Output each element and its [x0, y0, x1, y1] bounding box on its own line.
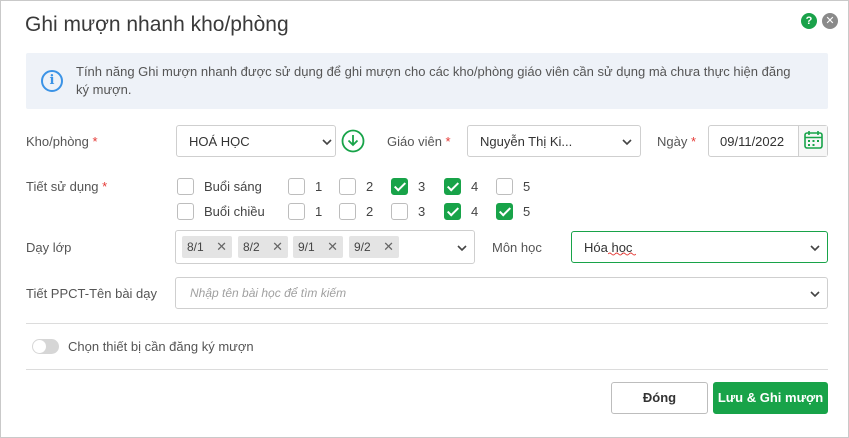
required-mark: * [92, 134, 98, 149]
class-tag-label: 9/2 [354, 240, 371, 254]
dialog-title: Ghi mượn nhanh kho/phòng [25, 13, 289, 36]
kho-phong-label-text: Kho/phòng [26, 134, 89, 149]
period-checkbox[interactable] [391, 203, 408, 220]
period-label: 3 [418, 179, 426, 194]
remove-tag-icon[interactable]: ✕ [216, 239, 227, 255]
close-button[interactable]: Đóng [611, 382, 708, 414]
chevron-down-icon [322, 137, 332, 147]
remove-tag-icon[interactable]: ✕ [383, 239, 394, 255]
calendar-icon[interactable] [798, 126, 827, 156]
spellcheck-underline [608, 252, 636, 256]
period-checkbox[interactable] [444, 203, 461, 220]
mon-hoc-select[interactable]: Hóa học [571, 231, 828, 263]
tiet-su-dung-label-text: Tiết sử dụng [26, 179, 99, 194]
period-label: 5 [523, 179, 531, 194]
period-checkbox[interactable] [496, 203, 513, 220]
class-tag-label: 8/1 [187, 240, 204, 254]
chevron-down-icon [810, 289, 820, 299]
ppct-label: Tiết PPCT-Tên bài dạy [26, 286, 158, 301]
ngay-date-input[interactable]: 09/11/2022 [708, 125, 828, 157]
device-toggle[interactable] [32, 339, 59, 354]
tiet-su-dung-label: Tiết sử dụng * [26, 179, 107, 194]
period-checkbox[interactable] [288, 203, 305, 220]
period-label: 4 [471, 179, 479, 194]
chevron-down-icon [622, 137, 632, 147]
chevron-down-icon [457, 243, 467, 253]
class-tag: 9/2 ✕ [349, 236, 399, 258]
period-checkbox[interactable] [288, 178, 305, 195]
chevron-down-icon [810, 243, 820, 253]
period-label: 5 [523, 204, 531, 219]
giao-vien-label-text: Giáo viên [387, 134, 442, 149]
period-label: 2 [366, 179, 374, 194]
kho-phong-value: HOÁ HỌC [189, 134, 250, 149]
remove-tag-icon[interactable]: ✕ [272, 239, 283, 255]
divider [26, 323, 828, 324]
giao-vien-label: Giáo viên * [387, 134, 451, 149]
ngay-value: 09/11/2022 [720, 134, 785, 149]
period-label: 2 [366, 204, 374, 219]
ppct-search-select[interactable]: Nhập tên bài học để tìm kiếm [175, 277, 828, 309]
period-checkbox[interactable] [444, 178, 461, 195]
class-tag: 9/1 ✕ [293, 236, 343, 258]
kho-phong-label: Kho/phòng * [26, 134, 98, 149]
period-label: 4 [471, 204, 479, 219]
mon-hoc-label: Môn học [492, 240, 542, 255]
period-checkbox[interactable] [339, 178, 356, 195]
session-label: Buổi sáng [204, 179, 262, 194]
session-label: Buổi chiều [204, 204, 265, 219]
period-checkbox[interactable] [339, 203, 356, 220]
class-tag: 8/1 ✕ [182, 236, 232, 258]
class-tag: 8/2 ✕ [238, 236, 288, 258]
divider [26, 369, 828, 370]
required-mark: * [690, 134, 697, 149]
period-checkbox[interactable] [391, 178, 408, 195]
ppct-placeholder: Nhập tên bài học để tìm kiếm [190, 286, 347, 300]
help-icon[interactable]: ? [801, 13, 817, 29]
period-label: 1 [315, 179, 323, 194]
class-tag-label: 9/1 [298, 240, 315, 254]
ngay-label: Ngày * [657, 134, 696, 149]
kho-phong-select[interactable]: HOÁ HỌC [176, 125, 336, 157]
day-lop-label: Dạy lớp [26, 240, 72, 255]
device-toggle-label: Chọn thiết bị cần đăng ký mượn [68, 339, 254, 354]
giao-vien-select[interactable]: Nguyễn Thị Ki... [467, 125, 641, 157]
giao-vien-value: Nguyễn Thị Ki... [480, 134, 573, 149]
session-checkbox[interactable] [177, 203, 194, 220]
info-icon: i [41, 70, 63, 92]
info-text: Tính năng Ghi mượn nhanh được sử dụng để… [76, 64, 791, 97]
class-tag-label: 8/2 [243, 240, 260, 254]
close-icon[interactable]: ✕ [822, 13, 838, 29]
ngay-label-text: Ngày [657, 134, 688, 149]
required-mark: * [445, 134, 451, 149]
period-checkbox[interactable] [496, 178, 513, 195]
download-icon[interactable] [341, 129, 365, 153]
required-mark: * [102, 179, 108, 194]
quick-borrow-dialog: Ghi mượn nhanh kho/phòng ? ✕ i Tính năng… [0, 0, 849, 438]
day-lop-multiselect[interactable]: 8/1 ✕ 8/2 ✕ 9/1 ✕ 9/2 ✕ [175, 230, 475, 264]
save-borrow-button[interactable]: Lưu & Ghi mượn [713, 382, 828, 414]
period-label: 3 [418, 204, 426, 219]
info-box: i Tính năng Ghi mượn nhanh được sử dụng … [26, 53, 828, 109]
remove-tag-icon[interactable]: ✕ [327, 239, 338, 255]
session-checkbox[interactable] [177, 178, 194, 195]
period-label: 1 [315, 204, 323, 219]
